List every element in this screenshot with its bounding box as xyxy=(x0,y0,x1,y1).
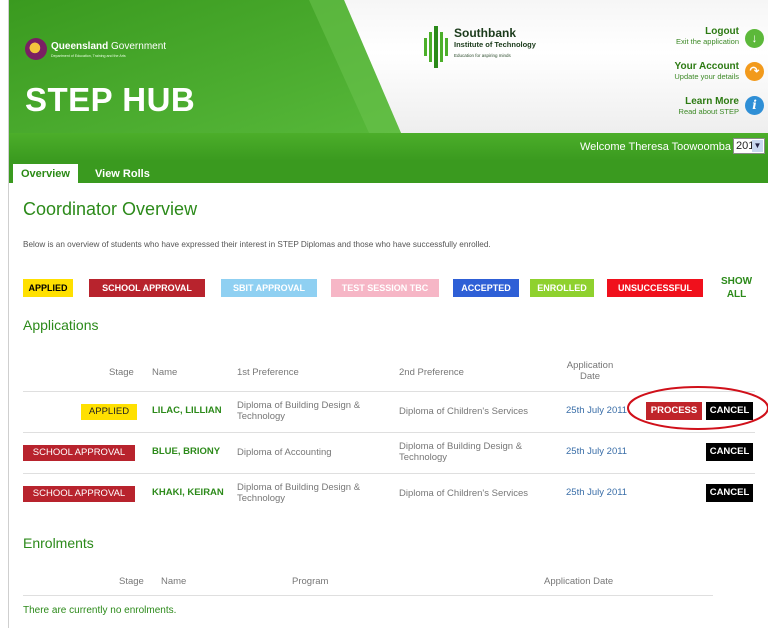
col-stage: Stage xyxy=(109,367,134,378)
first-preference-l1: Diploma of Accounting xyxy=(237,447,332,458)
qld-name-bold: Queensland xyxy=(51,41,109,52)
filter-enrolled[interactable]: ENROLLED xyxy=(530,279,594,297)
filter-accepted[interactable]: ACCEPTED xyxy=(453,279,519,297)
learn-more-link[interactable]: Learn More Read about STEP xyxy=(679,96,739,116)
account-subtitle: Update your details xyxy=(674,72,739,81)
col-program: Program xyxy=(292,576,329,587)
second-preference: Diploma of Children's Services xyxy=(399,488,528,499)
cancel-button[interactable]: CANCEL xyxy=(706,484,753,502)
arrow-curve-icon[interactable]: ↷ xyxy=(745,62,764,81)
chevron-down-icon[interactable]: ▼ xyxy=(752,140,763,152)
tab-view-rolls[interactable]: View Rolls xyxy=(87,164,158,183)
second-preference-l2: Technology xyxy=(399,452,448,463)
first-preference: Diploma of Building Design & Technology xyxy=(237,482,360,504)
application-date: 25th July 2011 xyxy=(566,446,628,457)
second-preference-l1: Diploma of Building Design & xyxy=(399,441,523,452)
account-title: Your Account xyxy=(674,61,739,72)
second-preference: Diploma of Building Design & Technology xyxy=(399,441,522,463)
highlight-ellipse xyxy=(627,386,768,430)
empty-enrolments-message: There are currently no enrolments. xyxy=(23,605,177,616)
col-app-date-l2: Date xyxy=(579,371,601,382)
first-preference-l2: Technology xyxy=(237,493,286,504)
first-preference: Diploma of Accounting xyxy=(237,447,332,458)
info-icon[interactable]: i xyxy=(745,96,764,115)
intro-text: Below is an overview of students who hav… xyxy=(23,240,491,249)
show-all-link[interactable]: SHOW ALL xyxy=(721,275,752,301)
learn-more-subtitle: Read about STEP xyxy=(678,107,739,116)
page-title: Coordinator Overview xyxy=(23,199,198,219)
southbank-tagline: Education for aspiring minds xyxy=(454,53,511,58)
stage-badge: APPLIED xyxy=(81,404,137,420)
col-app-date: Application Date xyxy=(544,576,614,587)
first-preference: Diploma of Building Design & Technology xyxy=(237,400,360,422)
qld-government-logo: Queensland Government Department of Educ… xyxy=(25,38,175,68)
student-name[interactable]: LILAC, LILLIAN xyxy=(152,405,222,416)
southbank-logo: Southbank Institute of Technology Educat… xyxy=(422,24,542,72)
col-pref2: 2nd Preference xyxy=(399,367,464,378)
application-date: 25th July 2011 xyxy=(566,487,628,498)
learn-more-title: Learn More xyxy=(685,96,739,107)
col-stage: Stage xyxy=(119,576,144,587)
filter-unsuccessful[interactable]: UNSUCCESSFUL xyxy=(607,279,703,297)
first-preference-l1: Diploma of Building Design & xyxy=(237,400,361,411)
first-preference-l1: Diploma of Building Design & xyxy=(237,482,361,493)
student-name[interactable]: KHAKI, KEIRAN xyxy=(152,487,224,498)
second-preference: Diploma of Children's Services xyxy=(399,406,528,417)
tab-row: Overview View Rolls xyxy=(9,161,768,183)
col-name: Name xyxy=(161,576,187,587)
second-preference-l1: Diploma of Children's Services xyxy=(399,488,529,499)
logout-title: Logout xyxy=(705,26,739,37)
qld-emblem-icon xyxy=(25,38,47,60)
filter-test-session-tbc[interactable]: TEST SESSION TBC xyxy=(331,279,439,297)
show-all-line2: ALL xyxy=(726,289,747,300)
qld-government-name: Queensland Government xyxy=(51,41,166,52)
arrow-down-icon[interactable]: ↓ xyxy=(745,29,764,48)
enrolments-title: Enrolments xyxy=(23,535,94,551)
filter-school-approval[interactable]: SCHOOL APPROVAL xyxy=(89,279,205,297)
filter-applied[interactable]: APPLIED xyxy=(23,279,73,297)
logout-link[interactable]: Logout Exit the application xyxy=(676,26,739,46)
show-all-line1: SHOW xyxy=(721,276,753,287)
welcome-text: Welcome Theresa Toowoomba xyxy=(579,141,731,153)
col-app-date: Application Date xyxy=(557,360,623,382)
table-row: SCHOOL APPROVAL KHAKI, KEIRAN Diploma of… xyxy=(9,474,768,514)
your-account-link[interactable]: Your Account Update your details xyxy=(674,61,739,81)
cancel-button[interactable]: CANCEL xyxy=(706,443,753,461)
qld-department: Department of Education, Training and th… xyxy=(51,54,126,58)
stage-badge: SCHOOL APPROVAL xyxy=(23,445,135,461)
student-name[interactable]: BLUE, BRIONY xyxy=(152,446,220,457)
stage-badge: SCHOOL APPROVAL xyxy=(23,486,135,502)
app-title: STEP HUB xyxy=(25,81,196,118)
qld-name-rest: Government xyxy=(108,41,167,52)
app-frame: Queensland Government Department of Educ… xyxy=(8,0,768,628)
application-date: 25th July 2011 xyxy=(566,405,628,416)
southbank-subtitle: Institute of Technology xyxy=(454,40,536,49)
col-pref1: 1st Preference xyxy=(237,367,299,378)
year-select[interactable]: 2012 ▼ xyxy=(733,138,765,154)
southbank-name: Southbank xyxy=(454,26,516,40)
table-row: SCHOOL APPROVAL BLUE, BRIONY Diploma of … xyxy=(9,433,768,473)
col-app-date-l1: Application xyxy=(566,360,614,371)
divider xyxy=(23,595,713,596)
filter-sbit-approval[interactable]: SBIT APPROVAL xyxy=(221,279,317,297)
welcome-bar: Welcome Theresa Toowoomba 2012 ▼ xyxy=(9,133,768,161)
applications-title: Applications xyxy=(23,317,99,333)
logout-subtitle: Exit the application xyxy=(676,37,739,46)
southbank-emblem-icon xyxy=(424,26,448,68)
second-preference-l1: Diploma of Children's Services xyxy=(399,406,529,417)
header: Queensland Government Department of Educ… xyxy=(9,0,768,133)
tab-overview[interactable]: Overview xyxy=(13,164,78,183)
col-name: Name xyxy=(152,367,178,378)
first-preference-l2: Technology xyxy=(237,411,286,422)
